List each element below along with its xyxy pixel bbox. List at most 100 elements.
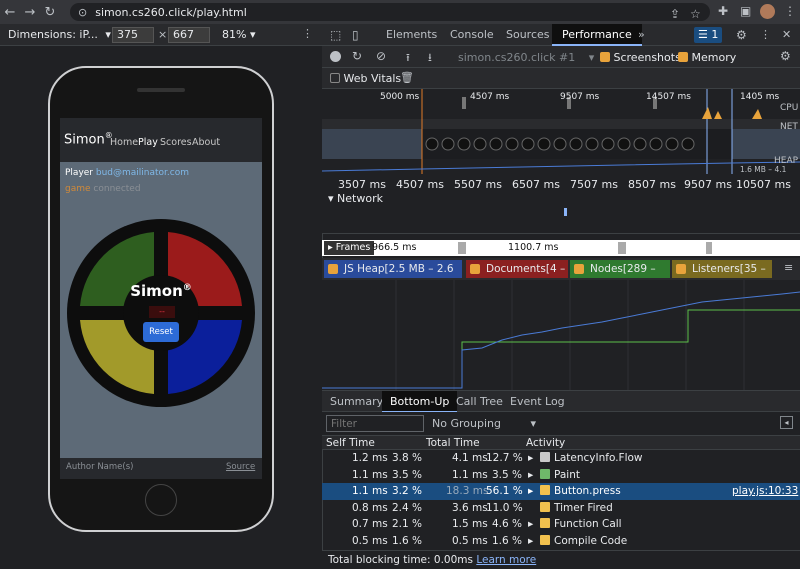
listeners-counter[interactable]: Listeners[35 – 36] xyxy=(672,260,772,293)
garbage-collect-icon[interactable]: 🗑 xyxy=(400,71,414,84)
score-counter: -- xyxy=(149,306,175,318)
reload-icon[interactable]: ↻ xyxy=(40,5,60,20)
self-time: 0.8 ms xyxy=(352,501,388,514)
clear-icon[interactable]: ⊘ xyxy=(376,49,386,63)
capture-settings-icon[interactable]: ⚙ xyxy=(780,49,791,63)
menu-icon[interactable]: ⋮ xyxy=(784,4,796,18)
more-options-icon[interactable]: ⋮ xyxy=(302,27,313,40)
address-bar[interactable]: ⊙ simon.cs260.click/play.html ⇪ ☆ xyxy=(70,3,710,21)
table-row[interactable]: 0.8 ms 2.4 % 3.6 ms 11.0 % Timer Fired xyxy=(322,500,800,517)
table-row-selected[interactable]: 1.1 ms 3.2 % 18.3 ms 56.1 % ▸ Button.pre… xyxy=(322,483,800,500)
table-row[interactable]: 0.7 ms 2.1 % 1.5 ms 4.6 % ▸ Function Cal… xyxy=(322,516,800,533)
game-status-text: connected xyxy=(93,184,141,194)
forward-icon[interactable]: → xyxy=(20,5,40,20)
timeline-overview[interactable]: 5000 ms 4507 ms 9507 ms 14507 ms 1405 ms… xyxy=(321,89,800,183)
nav-about[interactable]: About xyxy=(192,137,220,148)
tab-summary[interactable]: Summary xyxy=(322,391,391,413)
avatar[interactable] xyxy=(760,4,775,19)
tab-sources[interactable]: Sources xyxy=(498,24,558,46)
brand-logo[interactable]: Simon® xyxy=(64,131,113,147)
extensions-icon[interactable]: ✚ xyxy=(718,4,728,18)
back-icon[interactable]: ← xyxy=(0,5,20,20)
tab-elements[interactable]: Elements xyxy=(378,24,445,46)
height-input[interactable]: 667 xyxy=(168,27,210,43)
status-bar: Total blocking time: 0.00ms Learn more xyxy=(322,550,800,568)
frame-marker xyxy=(458,242,466,254)
web-vitals-checkbox[interactable]: Web Vitals xyxy=(330,72,401,85)
column-activity[interactable]: Activity xyxy=(526,437,565,449)
js-heap-counter[interactable]: JS Heap[2.5 MB – 2.6 MB] xyxy=(324,260,462,293)
frames-track[interactable]: ▸ Frames 966.5 ms 1100.7 ms xyxy=(322,240,800,256)
nav-scores[interactable]: Scores xyxy=(160,137,192,148)
documents-counter[interactable]: Documents[4 – 5] xyxy=(466,260,568,293)
side-panel-icon[interactable]: ▣ xyxy=(740,4,751,18)
total-time: 3.6 ms xyxy=(452,501,488,514)
self-percent: 2.4 % xyxy=(392,501,423,514)
bookmark-star-icon[interactable]: ☆ xyxy=(690,7,701,21)
table-row[interactable]: 0.5 ms 1.6 % 0.5 ms 1.6 % ▸ Compile Code xyxy=(322,533,800,550)
column-total-time[interactable]: Total Time xyxy=(426,437,480,449)
dimensions-dropdown[interactable]: Dimensions: iP... ▾ xyxy=(8,28,111,41)
nodes-counter[interactable]: Nodes[289 – 292] xyxy=(570,260,670,293)
inspect-element-icon[interactable]: ⬚ xyxy=(330,24,341,46)
network-track-header[interactable]: ▾ Network xyxy=(328,192,383,205)
footer-source-link[interactable]: Source xyxy=(226,462,255,472)
issues-badge[interactable]: ☰ 1 xyxy=(694,27,723,43)
filter-input[interactable] xyxy=(326,415,424,432)
self-percent: 3.2 % xyxy=(392,485,423,497)
tab-bottom-up[interactable]: Bottom-Up xyxy=(382,391,458,413)
tab-console[interactable]: Console xyxy=(442,24,502,46)
expand-triangle-icon[interactable]: ▸ xyxy=(528,483,533,500)
url-text: simon.cs260.click/play.html xyxy=(95,5,247,19)
frame-duration: 966.5 ms xyxy=(372,242,417,253)
grouping-select[interactable]: No Grouping ▾ xyxy=(432,417,536,430)
home-button[interactable] xyxy=(145,484,177,516)
profile-select[interactable]: simon.cs260.click #1 ▾ xyxy=(458,51,594,64)
network-track[interactable]: ▾ Network xyxy=(322,190,800,234)
width-input[interactable]: 375 xyxy=(112,27,154,43)
performance-toolbar: ↻ ⊘ ⭱ ⭳ simon.cs260.click #1 ▾ Screensho… xyxy=(322,46,800,68)
reload-record-icon[interactable]: ↻ xyxy=(352,49,362,63)
expand-triangle-icon[interactable]: ▸ xyxy=(528,516,533,533)
reset-button[interactable]: Reset xyxy=(143,322,179,342)
js-heap-line xyxy=(322,291,800,389)
table-row[interactable]: 1.1 ms 3.5 % 1.1 ms 3.5 % ▸ Paint xyxy=(322,467,800,484)
upload-icon[interactable]: ⭱ xyxy=(406,49,410,68)
column-self-time[interactable]: Self Time xyxy=(326,437,375,449)
category-swatch xyxy=(540,501,550,512)
expand-triangle-icon[interactable]: ▸ xyxy=(528,467,533,484)
total-percent: 11.0 % xyxy=(486,501,523,514)
record-icon[interactable] xyxy=(330,51,341,62)
zoom-dropdown[interactable]: 81% ▾ xyxy=(222,28,255,41)
nav-home[interactable]: Home xyxy=(110,137,138,148)
table-row[interactable]: 1.2 ms 3.8 % 4.1 ms 12.7 % ▸ LatencyInfo… xyxy=(322,450,800,467)
tab-performance[interactable]: Performance xyxy=(552,24,642,46)
tab-event-log[interactable]: Event Log xyxy=(502,391,573,413)
site-info-icon[interactable]: ⊙ xyxy=(78,6,87,19)
close-icon[interactable]: ✕ xyxy=(782,24,791,46)
devtools-menu-icon[interactable]: ⋮ xyxy=(760,24,771,46)
source-link[interactable]: play.js:10:33 xyxy=(732,483,798,500)
total-percent: 3.5 % xyxy=(492,468,523,481)
more-tabs-icon[interactable]: » xyxy=(638,24,645,46)
counters-menu-icon[interactable]: ≡ xyxy=(784,261,793,274)
blocking-time-text: Total blocking time: 0.00ms xyxy=(328,554,473,566)
nav-play[interactable]: Play xyxy=(138,137,158,148)
screenshots-checkbox[interactable]: Screenshots xyxy=(600,51,681,64)
share-icon[interactable]: ⇪ xyxy=(670,7,680,21)
settings-gear-icon[interactable]: ⚙ xyxy=(736,24,747,46)
expand-triangle-icon[interactable]: ▸ xyxy=(528,450,533,467)
network-request-bar xyxy=(564,208,567,216)
frames-track-header[interactable]: ▸ Frames xyxy=(324,241,375,255)
device-toggle-icon[interactable]: ▯ xyxy=(352,24,359,46)
toggle-sidebar-icon[interactable]: ◂ xyxy=(780,416,793,429)
checkbox-unchecked-icon xyxy=(330,73,340,83)
learn-more-link[interactable]: Learn more xyxy=(476,554,536,566)
activity-cell: Compile Code xyxy=(540,533,627,550)
table-header: Self Time Total Time Activity xyxy=(322,436,800,450)
self-time: 0.5 ms xyxy=(352,534,388,547)
memory-checkbox[interactable]: Memory xyxy=(678,51,736,64)
device-toolbar: Dimensions: iP... ▾ 375 × 667 81% ▾ ⋮ xyxy=(0,24,322,46)
download-icon[interactable]: ⭳ xyxy=(428,49,432,68)
expand-triangle-icon[interactable]: ▸ xyxy=(528,533,533,550)
